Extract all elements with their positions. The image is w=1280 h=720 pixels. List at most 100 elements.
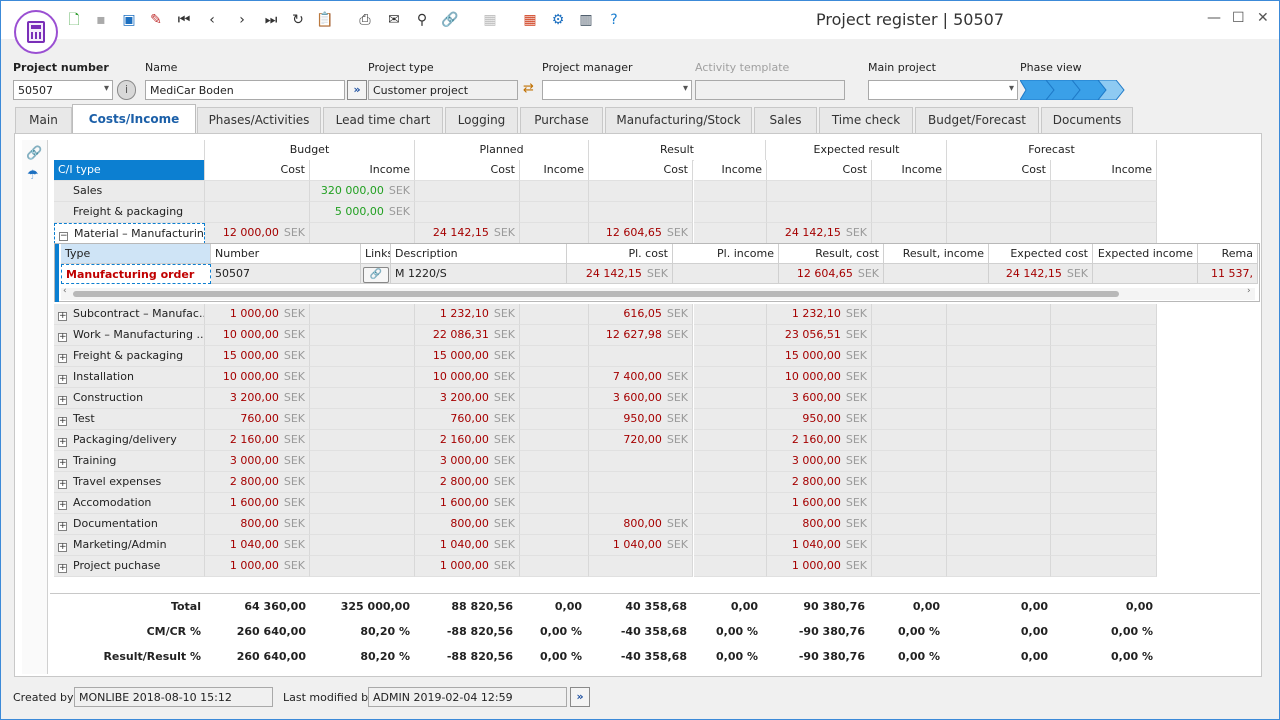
row-value[interactable]: 3 000,00 SEK	[205, 451, 310, 472]
row-value[interactable]: 1 600,00 SEK	[767, 493, 872, 514]
next-record-icon[interactable]: ›	[233, 11, 251, 29]
swap-icon[interactable]: ⇄	[523, 81, 534, 96]
row-value[interactable]	[520, 556, 589, 577]
column-header-income[interactable]: Income	[520, 160, 589, 181]
row-value[interactable]	[1051, 181, 1157, 202]
row-value[interactable]	[520, 304, 589, 325]
row-value[interactable]	[310, 388, 415, 409]
row-value[interactable]	[694, 223, 767, 244]
project-number-input[interactable]: 50507	[13, 80, 113, 100]
row-value[interactable]: 1 232,10 SEK	[415, 304, 520, 325]
row-value[interactable]	[1051, 556, 1157, 577]
row-value[interactable]	[872, 493, 947, 514]
apps-icon[interactable]: ▦	[521, 11, 539, 29]
detail-expected-cost[interactable]: 24 142,15 SEK	[989, 264, 1093, 284]
save-icon[interactable]: ▪	[92, 11, 110, 29]
row-value[interactable]: 800,00 SEK	[767, 514, 872, 535]
tab-manufacturing-stock[interactable]: Manufacturing/Stock	[605, 107, 752, 133]
column-header-income[interactable]: Income	[1051, 160, 1157, 181]
row-value[interactable]	[589, 556, 693, 577]
tab-documents[interactable]: Documents	[1041, 107, 1133, 133]
row-value[interactable]	[872, 472, 947, 493]
row-value[interactable]	[694, 535, 767, 556]
new-document-icon[interactable]: 🗋	[65, 11, 83, 29]
calculator-app-icon[interactable]	[14, 10, 58, 54]
search-icon[interactable]: ⚲	[413, 11, 431, 29]
row-value[interactable]: 760,00 SEK	[205, 409, 310, 430]
tab-time-check[interactable]: Time check	[819, 107, 913, 133]
expand-icon[interactable]: +	[58, 417, 67, 426]
row-value[interactable]: 2 160,00 SEK	[205, 430, 310, 451]
row-value[interactable]: 15 000,00 SEK	[205, 346, 310, 367]
row-value[interactable]	[310, 493, 415, 514]
row-value[interactable]	[205, 202, 310, 223]
row-value[interactable]	[589, 472, 693, 493]
project-manager-select[interactable]	[542, 80, 692, 100]
row-value[interactable]: 320 000,00 SEK	[310, 181, 415, 202]
collapse-icon[interactable]: −	[59, 232, 68, 241]
link-icon[interactable]: 🔗	[441, 11, 459, 29]
row-value[interactable]	[520, 409, 589, 430]
row-value[interactable]	[947, 430, 1051, 451]
row-value[interactable]	[1051, 388, 1157, 409]
row-value[interactable]: 1 040,00 SEK	[415, 535, 520, 556]
row-ci-type[interactable]: + Subcontract – Manufac...	[54, 304, 205, 325]
row-value[interactable]: 10 000,00 SEK	[415, 367, 520, 388]
row-value[interactable]: 10 000,00 SEK	[767, 367, 872, 388]
row-value[interactable]: 720,00 SEK	[589, 430, 693, 451]
row-value[interactable]	[310, 556, 415, 577]
detail-column-header[interactable]: Number	[211, 244, 361, 264]
row-value[interactable]	[310, 346, 415, 367]
row-value[interactable]: 760,00 SEK	[415, 409, 520, 430]
phase-view-chevrons[interactable]	[1020, 80, 1126, 100]
detail-column-header[interactable]: Expected income	[1093, 244, 1198, 264]
column-header-cost[interactable]: Cost	[205, 160, 310, 181]
row-value[interactable]: 3 000,00 SEK	[415, 451, 520, 472]
expand-icon[interactable]: +	[58, 459, 67, 468]
row-value[interactable]	[310, 367, 415, 388]
row-value[interactable]: 3 200,00 SEK	[415, 388, 520, 409]
row-value[interactable]	[310, 325, 415, 346]
main-project-select[interactable]	[868, 80, 1018, 100]
detail-links[interactable]: 🔗	[361, 264, 391, 284]
row-value[interactable]	[1051, 535, 1157, 556]
row-value[interactable]	[694, 202, 767, 223]
first-record-icon[interactable]: ⏮	[175, 11, 193, 29]
row-value[interactable]	[520, 514, 589, 535]
row-value[interactable]	[694, 388, 767, 409]
row-value[interactable]	[947, 493, 1051, 514]
row-value[interactable]	[1051, 202, 1157, 223]
row-value[interactable]	[694, 367, 767, 388]
row-value[interactable]	[947, 556, 1051, 577]
row-value[interactable]	[694, 430, 767, 451]
row-value[interactable]	[1051, 346, 1157, 367]
row-value[interactable]	[520, 223, 589, 244]
save-as-icon[interactable]: ▣	[120, 11, 138, 29]
go-forward-icon[interactable]: »	[347, 80, 367, 100]
row-value[interactable]	[1051, 223, 1157, 244]
previous-record-icon[interactable]: ‹	[203, 11, 221, 29]
row-value[interactable]: 2 160,00 SEK	[415, 430, 520, 451]
row-value[interactable]: 23 056,51 SEK	[767, 325, 872, 346]
row-value[interactable]	[310, 535, 415, 556]
row-value[interactable]	[872, 430, 947, 451]
expand-icon[interactable]: +	[58, 438, 67, 447]
row-ci-type[interactable]: + Test	[54, 409, 205, 430]
row-value[interactable]: 1 000,00 SEK	[205, 556, 310, 577]
row-value[interactable]	[589, 346, 693, 367]
row-ci-type[interactable]: + Installation	[54, 367, 205, 388]
row-value[interactable]: 3 600,00 SEK	[767, 388, 872, 409]
row-ci-type[interactable]: + Construction	[54, 388, 205, 409]
clipboard-icon[interactable]: 📋	[316, 11, 334, 29]
maximize-icon[interactable]: ☐	[1232, 10, 1245, 26]
row-value[interactable]	[310, 223, 415, 244]
row-value[interactable]	[947, 304, 1051, 325]
row-value[interactable]	[589, 202, 693, 223]
row-ci-type[interactable]: + Documentation	[54, 514, 205, 535]
row-value[interactable]: 1 000,00 SEK	[415, 556, 520, 577]
row-value[interactable]: 2 800,00 SEK	[767, 472, 872, 493]
row-value[interactable]: 1 000,00 SEK	[767, 556, 872, 577]
row-value[interactable]: 800,00 SEK	[589, 514, 693, 535]
row-value[interactable]	[1051, 367, 1157, 388]
link-records-icon[interactable]: 🔗	[26, 146, 42, 161]
